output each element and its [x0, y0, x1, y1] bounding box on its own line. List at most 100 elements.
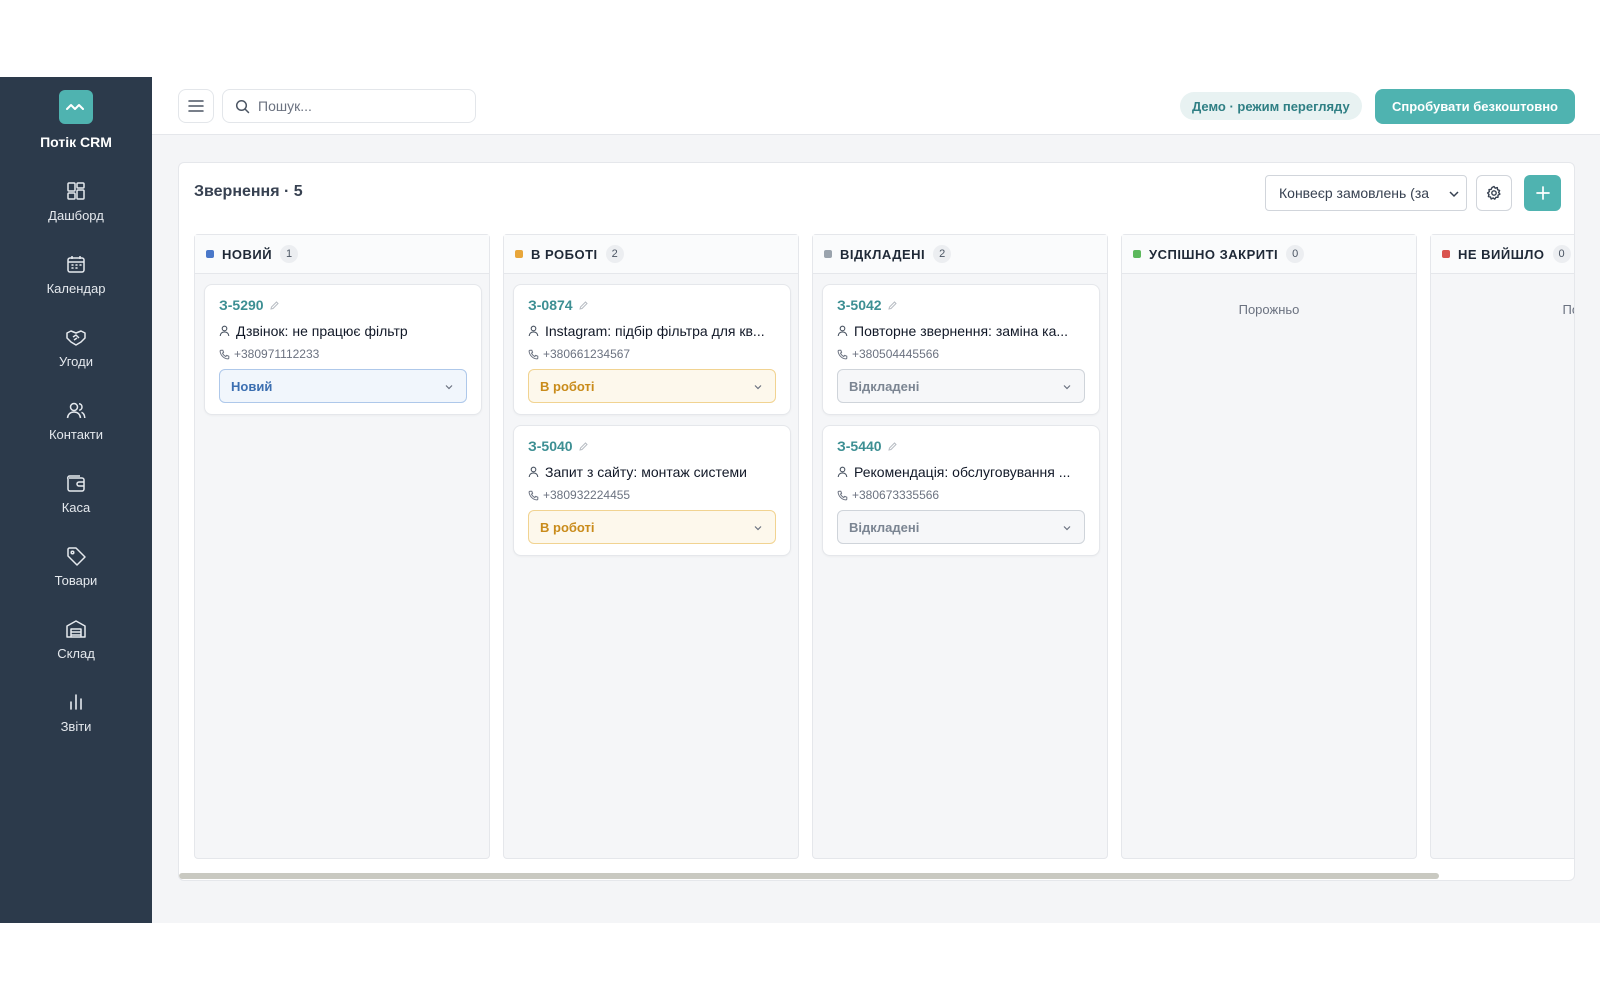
chevron-down-icon: [1449, 191, 1459, 198]
menu-toggle-button[interactable]: [178, 89, 214, 123]
status-select-value: В роботі: [540, 378, 595, 394]
column-header: В РОБОТІ 2: [504, 235, 798, 274]
status-select-value: В роботі: [540, 519, 595, 535]
deal-title-text: Повторне звернення: заміна ка...: [854, 323, 1069, 339]
status-select[interactable]: В роботі: [528, 369, 776, 403]
person-icon: [528, 466, 539, 478]
logo-icon[interactable]: [59, 90, 93, 124]
deal-phone: +380673335566: [837, 488, 939, 502]
deal-phone: +380661234567: [528, 347, 630, 361]
sidebar-item-label: Контакти: [48, 427, 104, 442]
sidebar-item-warehouse[interactable]: Склад: [0, 616, 152, 676]
wallet-icon: [66, 475, 85, 492]
pipeline-select[interactable]: Конвеєр замовлень (за: [1265, 175, 1467, 211]
edit-pencil-icon[interactable]: [578, 441, 589, 452]
deal-phone: +380504445566: [837, 347, 939, 361]
sidebar-item-label: Дашборд: [48, 208, 104, 223]
column-count-badge: 0: [1552, 245, 1571, 263]
column-color-dot: [824, 250, 832, 258]
try-free-button[interactable]: Спробувати безкоштовно: [1375, 89, 1575, 124]
status-select[interactable]: Відкладені: [837, 510, 1085, 544]
deal-id[interactable]: З-5290: [219, 297, 264, 313]
add-deal-button[interactable]: [1524, 175, 1561, 211]
sidebar-item-products[interactable]: Товари: [0, 543, 152, 603]
status-select[interactable]: В роботі: [528, 510, 776, 544]
column-title: НЕ ВИЙШЛО: [1458, 246, 1545, 262]
deal-phone-text: +380661234567: [543, 347, 631, 361]
gear-icon: [1486, 185, 1501, 200]
kanban-column-new: НОВИЙ 1 З-5290 Дзвінок: не працює фільтр…: [194, 234, 490, 859]
column-count-badge: 1: [280, 245, 299, 263]
status-select[interactable]: Відкладені: [837, 369, 1085, 403]
deal-card[interactable]: З-0874 Instagram: підбір фільтра для кв.…: [513, 284, 791, 415]
edit-pencil-icon[interactable]: [269, 300, 280, 311]
column-count-badge: 2: [605, 245, 624, 263]
users-icon: [66, 402, 86, 419]
status-select-value: Відкладені: [849, 378, 920, 394]
sidebar-item-reports[interactable]: Звіти: [0, 689, 152, 749]
deal-id[interactable]: З-5040: [528, 438, 573, 454]
search-box[interactable]: [222, 89, 476, 123]
deal-id[interactable]: З-5042: [837, 297, 882, 313]
sidebar-item-deals[interactable]: Угоди: [0, 324, 152, 384]
column-color-dot: [515, 250, 523, 258]
kanban-column-closed-won: УСПІШНО ЗАКРИТІ 0 Порожньо: [1121, 234, 1417, 859]
status-select-value: Новий: [231, 378, 273, 394]
deal-id-link[interactable]: З-5040: [528, 438, 589, 454]
edit-pencil-icon[interactable]: [887, 300, 898, 311]
deal-title-text: Запит з сайту: монтаж системи: [545, 464, 747, 480]
kanban-column-in-progress: В РОБОТІ 2 З-0874 Instagram: підбір філь…: [503, 234, 799, 859]
kanban-column-postponed: ВІДКЛАДЕНІ 2 З-5042 Повторне звернення: …: [812, 234, 1108, 859]
deal-id[interactable]: З-5440: [837, 438, 882, 454]
board-panel: Звернення · 5 Конвеєр замовлень (за НОВИ…: [178, 162, 1575, 881]
person-icon: [219, 325, 230, 337]
deal-phone: +380932224455: [528, 488, 630, 502]
deal-card[interactable]: З-5440 Рекомендація: обслуговування ... …: [822, 425, 1100, 556]
sidebar-item-dashboard[interactable]: Дашборд: [0, 178, 152, 238]
deal-id[interactable]: З-0874: [528, 297, 573, 313]
deal-id-link[interactable]: З-5290: [219, 297, 280, 313]
horizontal-scrollbar[interactable]: [179, 873, 1439, 879]
edit-pencil-icon[interactable]: [887, 441, 898, 452]
deal-card[interactable]: З-5290 Дзвінок: не працює фільтр +380971…: [204, 284, 482, 415]
plus-icon: [1535, 186, 1550, 200]
bar-chart-icon: [70, 694, 82, 710]
person-icon: [528, 325, 539, 337]
status-select-value: Відкладені: [849, 519, 920, 535]
brand-name: Потік CRM: [40, 134, 112, 150]
sidebar-item-label: Склад: [57, 646, 95, 661]
column-header: НЕ ВИЙШЛО 0: [1431, 235, 1574, 274]
topbar: Демо · режим перегляду Спробувати безкош…: [152, 77, 1600, 135]
deal-phone-text: +380932224455: [543, 488, 631, 502]
handshake-icon: [66, 330, 86, 346]
deal-title: Дзвінок: не працює фільтр: [219, 323, 475, 339]
pipeline-select-value: Конвеєр замовлень (за: [1279, 185, 1430, 201]
sidebar-item-label: Угоди: [59, 354, 93, 369]
deal-card[interactable]: З-5042 Повторне звернення: заміна ка... …: [822, 284, 1100, 415]
sidebar-item-label: Звіти: [60, 719, 92, 734]
sidebar-item-cash[interactable]: Каса: [0, 470, 152, 530]
status-select[interactable]: Новий: [219, 369, 467, 403]
edit-pencil-icon[interactable]: [578, 300, 589, 311]
deal-id-link[interactable]: З-5440: [837, 438, 898, 454]
deal-card[interactable]: З-5040 Запит з сайту: монтаж системи +38…: [513, 425, 791, 556]
person-icon: [837, 325, 848, 337]
deal-phone-text: +380673335566: [852, 488, 940, 502]
sidebar-item-contacts[interactable]: Контакти: [0, 397, 152, 457]
deal-phone-text: +380504445566: [852, 347, 940, 361]
sidebar-item-calendar[interactable]: Календар: [0, 251, 152, 311]
deal-id-link[interactable]: З-5042: [837, 297, 898, 313]
chevron-down-icon: [1063, 385, 1071, 390]
deal-id-link[interactable]: З-0874: [528, 297, 589, 313]
board-settings-button[interactable]: [1476, 175, 1512, 211]
deal-title-text: Дзвінок: не працює фільтр: [236, 323, 408, 339]
phone-icon: [837, 349, 848, 359]
deal-title-text: Instagram: підбір фільтра для кв...: [545, 323, 765, 339]
column-color-dot: [1442, 250, 1450, 258]
sidebar: Потік CRM Дашборд Календар Угоди Контакт…: [0, 77, 152, 923]
phone-icon: [528, 349, 539, 359]
person-icon: [837, 466, 848, 478]
deal-phone: +380971112233: [219, 347, 319, 361]
kanban-column-lost: НЕ ВИЙШЛО 0 Поро: [1430, 234, 1574, 859]
search-input[interactable]: [258, 98, 458, 114]
